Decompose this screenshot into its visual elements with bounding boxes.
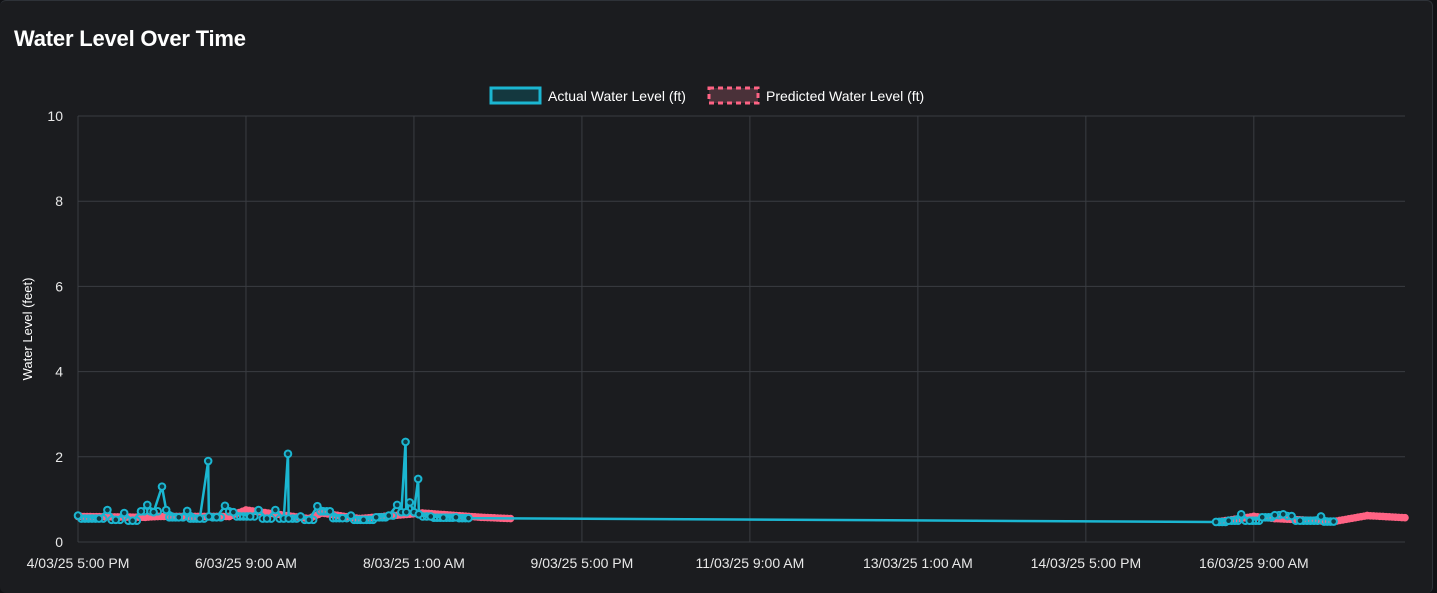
- x-tick-label: 14/03/25 5:00 PM: [1031, 555, 1142, 571]
- y-tick-label: 4: [55, 364, 63, 380]
- water-level-chart: 0 2 4 6 8 10 4/03/25 5:00 PM 6/03/25 9:00 AM 8/…: [20, 86, 1409, 571]
- actual-point: [73, 511, 83, 520]
- legend-item-actual[interactable]: Actual Water Level (ft): [489, 86, 686, 105]
- grid-lines: [77, 115, 1405, 543]
- actual-point: [111, 515, 121, 525]
- x-tick-label: 9/03/25 5:00 PM: [531, 555, 634, 571]
- actual-point: [426, 512, 436, 521]
- predicted-point: [1401, 513, 1409, 522]
- x-tick-label: 11/03/25 9:00 AM: [696, 555, 805, 571]
- actual-point: [401, 437, 410, 447]
- actual-point: [254, 505, 263, 515]
- x-tick-label: 4/03/25 5:00 PM: [27, 555, 130, 571]
- actual-point: [359, 515, 368, 525]
- y-axis-ticks: 0 2 4 6 8 10: [47, 108, 63, 550]
- y-tick-label: 2: [55, 449, 63, 465]
- x-axis-ticks: 4/03/25 5:00 PM 6/03/25 9:00 AM 8/03/25 1:…: [27, 555, 1309, 571]
- actual-point: [451, 512, 461, 522]
- actual-point: [142, 500, 152, 510]
- actual-point: [439, 513, 448, 523]
- actual-point: [1224, 516, 1233, 526]
- actual-point: [1211, 517, 1221, 527]
- actual-point: [392, 500, 402, 510]
- legend-item-predicted[interactable]: Predicted Water Level (ft): [707, 86, 924, 105]
- y-tick-label: 0: [55, 534, 63, 550]
- actual-point: [195, 514, 205, 523]
- actual-point: [212, 512, 221, 522]
- y-tick-label: 8: [55, 193, 63, 209]
- legend: Actual Water Level (ft) Predicted Water …: [489, 86, 924, 105]
- actual-point: [464, 513, 473, 523]
- actual-point: [103, 505, 112, 515]
- actual-point: [182, 506, 192, 516]
- actual-point: [414, 510, 424, 519]
- y-axis-title: Water Level (feet): [20, 278, 35, 381]
- actual-point: [245, 512, 255, 521]
- actual-point: [220, 501, 230, 511]
- y-tick-label: 10: [47, 108, 63, 124]
- actual-point: [1295, 516, 1305, 526]
- actual-point: [204, 512, 214, 521]
- actual-point: [174, 512, 184, 522]
- actual-point: [296, 512, 305, 521]
- actual-point: [325, 507, 335, 516]
- legend-label-actual: Actual Water Level (ft): [548, 88, 686, 104]
- actual-point: [136, 507, 146, 516]
- actual-point: [128, 516, 137, 526]
- actual-point: [413, 474, 423, 484]
- actual-point: [338, 513, 347, 523]
- y-tick-label: 6: [55, 278, 63, 294]
- actual-point: [1287, 511, 1296, 521]
- x-tick-label: 16/03/25 9:00 AM: [1199, 555, 1309, 571]
- actual-point: [157, 482, 167, 491]
- actual-point: [94, 514, 104, 523]
- legend-swatch-actual: [489, 86, 542, 105]
- actual-point: [401, 507, 411, 517]
- actual-point: [346, 511, 356, 520]
- actual-point: [119, 508, 129, 518]
- actual-point: [262, 514, 272, 523]
- legend-label-predicted: Predicted Water Level (ft): [766, 88, 924, 104]
- actual-point: [304, 515, 314, 525]
- x-tick-label: 13/03/25 1:00 AM: [863, 555, 973, 571]
- actual-point: [384, 511, 394, 520]
- actual-point: [283, 449, 293, 459]
- actual-point: [1236, 510, 1246, 519]
- actual-point: [1245, 516, 1254, 526]
- actual-point: [371, 512, 381, 522]
- actual-point: [1329, 517, 1338, 526]
- x-tick-label: 8/03/25 1:00 AM: [363, 555, 465, 571]
- actual-point: [161, 505, 171, 515]
- actual-point: [1316, 512, 1326, 521]
- actual-point: [271, 505, 280, 515]
- legend-swatch-predicted: [707, 86, 760, 105]
- actual-point: [405, 498, 415, 507]
- actual-point: [1257, 512, 1267, 522]
- actual-point: [1278, 510, 1288, 519]
- actual-point: [284, 514, 293, 523]
- actual-point: [203, 456, 213, 466]
- actual-point: [229, 507, 238, 517]
- actual-point: [313, 501, 322, 511]
- x-tick-label: 6/03/25 9:00 AM: [195, 555, 297, 571]
- actual-point: [149, 507, 158, 517]
- actual-point: [1270, 510, 1280, 520]
